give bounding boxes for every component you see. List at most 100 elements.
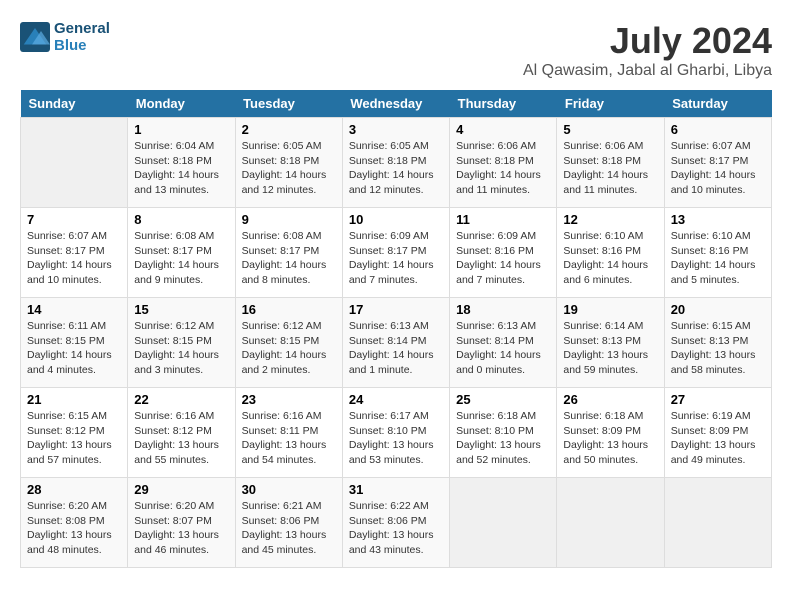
day-info: Sunrise: 6:11 AM Sunset: 8:15 PM Dayligh…	[27, 319, 121, 378]
day-number: 11	[456, 212, 550, 227]
day-info: Sunrise: 6:07 AM Sunset: 8:17 PM Dayligh…	[27, 229, 121, 288]
day-info: Sunrise: 6:16 AM Sunset: 8:11 PM Dayligh…	[242, 409, 336, 468]
day-number: 19	[563, 302, 657, 317]
day-number: 26	[563, 392, 657, 407]
calendar-day: 25Sunrise: 6:18 AM Sunset: 8:10 PM Dayli…	[450, 388, 557, 478]
day-info: Sunrise: 6:12 AM Sunset: 8:15 PM Dayligh…	[134, 319, 228, 378]
calendar-day: 4 Sunrise: 6:06 AM Sunset: 8:18 PM Daylig…	[450, 118, 557, 208]
day-info: Sunrise: 6:04 AM Sunset: 8:18 PM Dayligh…	[134, 139, 228, 198]
day-number: 15	[134, 302, 228, 317]
day-info: Sunrise: 6:13 AM Sunset: 8:14 PM Dayligh…	[349, 319, 443, 378]
day-info: Sunrise: 6:09 AM Sunset: 8:17 PM Dayligh…	[349, 229, 443, 288]
day-number: 22	[134, 392, 228, 407]
day-number: 30	[242, 482, 336, 497]
day-number: 13	[671, 212, 765, 227]
weekday-header: Tuesday	[235, 90, 342, 118]
day-info: Sunrise: 6:14 AM Sunset: 8:13 PM Dayligh…	[563, 319, 657, 378]
day-number: 21	[27, 392, 121, 407]
day-info: Sunrise: 6:12 AM Sunset: 8:15 PM Dayligh…	[242, 319, 336, 378]
day-info: Sunrise: 6:09 AM Sunset: 8:16 PM Dayligh…	[456, 229, 550, 288]
day-info: Sunrise: 6:08 AM Sunset: 8:17 PM Dayligh…	[242, 229, 336, 288]
calendar-day: 28Sunrise: 6:20 AM Sunset: 8:08 PM Dayli…	[21, 478, 128, 568]
day-number: 23	[242, 392, 336, 407]
day-info: Sunrise: 6:08 AM Sunset: 8:17 PM Dayligh…	[134, 229, 228, 288]
calendar-day: 30 Sunrise: 6:21 AM Sunset: 8:06 PM Dayli…	[235, 478, 342, 568]
logo-icon	[20, 22, 50, 52]
weekday-header: Friday	[557, 90, 664, 118]
day-number: 2	[242, 122, 336, 137]
day-number: 3	[349, 122, 443, 137]
day-info: Sunrise: 6:10 AM Sunset: 8:16 PM Dayligh…	[671, 229, 765, 288]
day-info: Sunrise: 6:15 AM Sunset: 8:12 PM Dayligh…	[27, 409, 121, 468]
day-number: 4	[456, 122, 550, 137]
day-number: 12	[563, 212, 657, 227]
calendar-day: 19 Sunrise: 6:14 AM Sunset: 8:13 PM Dayli…	[557, 298, 664, 388]
day-number: 18	[456, 302, 550, 317]
calendar-week-row: 7Sunrise: 6:07 AM Sunset: 8:17 PM Daylig…	[21, 208, 772, 298]
day-number: 14	[27, 302, 121, 317]
weekday-header: Thursday	[450, 90, 557, 118]
day-info: Sunrise: 6:06 AM Sunset: 8:18 PM Dayligh…	[456, 139, 550, 198]
calendar-day-empty	[664, 478, 771, 568]
calendar-week-row: 14 Sunrise: 6:11 AM Sunset: 8:15 PM Dayli…	[21, 298, 772, 388]
day-info: Sunrise: 6:05 AM Sunset: 8:18 PM Dayligh…	[242, 139, 336, 198]
day-info: Sunrise: 6:10 AM Sunset: 8:16 PM Dayligh…	[563, 229, 657, 288]
month-year: July 2024	[523, 20, 772, 62]
logo: General Blue	[20, 20, 110, 54]
day-info: Sunrise: 6:20 AM Sunset: 8:07 PM Dayligh…	[134, 499, 228, 558]
weekday-header: Monday	[128, 90, 235, 118]
day-number: 31	[349, 482, 443, 497]
day-info: Sunrise: 6:18 AM Sunset: 8:09 PM Dayligh…	[563, 409, 657, 468]
day-info: Sunrise: 6:15 AM Sunset: 8:13 PM Dayligh…	[671, 319, 765, 378]
calendar-day: 15 Sunrise: 6:12 AM Sunset: 8:15 PM Dayli…	[128, 298, 235, 388]
calendar-day: 24 Sunrise: 6:17 AM Sunset: 8:10 PM Dayli…	[342, 388, 449, 478]
calendar-day: 21 Sunrise: 6:15 AM Sunset: 8:12 PM Dayli…	[21, 388, 128, 478]
day-info: Sunrise: 6:22 AM Sunset: 8:06 PM Dayligh…	[349, 499, 443, 558]
day-number: 28	[27, 482, 121, 497]
calendar-day: 11 Sunrise: 6:09 AM Sunset: 8:16 PM Dayli…	[450, 208, 557, 298]
calendar-day: 6 Sunrise: 6:07 AM Sunset: 8:17 PM Daylig…	[664, 118, 771, 208]
calendar-day: 26 Sunrise: 6:18 AM Sunset: 8:09 PM Dayli…	[557, 388, 664, 478]
calendar-day-empty	[450, 478, 557, 568]
calendar-day: 14 Sunrise: 6:11 AM Sunset: 8:15 PM Dayli…	[21, 298, 128, 388]
calendar-week-row: 21 Sunrise: 6:15 AM Sunset: 8:12 PM Dayli…	[21, 388, 772, 478]
location: Al Qawasim, Jabal al Gharbi, Libya	[523, 62, 772, 80]
calendar-day: 12 Sunrise: 6:10 AM Sunset: 8:16 PM Dayli…	[557, 208, 664, 298]
calendar-day: 31 Sunrise: 6:22 AM Sunset: 8:06 PM Dayli…	[342, 478, 449, 568]
title-block: July 2024 Al Qawasim, Jabal al Gharbi, L…	[523, 20, 772, 80]
day-number: 24	[349, 392, 443, 407]
calendar-day: 22 Sunrise: 6:16 AM Sunset: 8:12 PM Dayli…	[128, 388, 235, 478]
calendar-day: 3 Sunrise: 6:05 AM Sunset: 8:18 PM Daylig…	[342, 118, 449, 208]
day-info: Sunrise: 6:07 AM Sunset: 8:17 PM Dayligh…	[671, 139, 765, 198]
day-info: Sunrise: 6:19 AM Sunset: 8:09 PM Dayligh…	[671, 409, 765, 468]
calendar-day: 29 Sunrise: 6:20 AM Sunset: 8:07 PM Dayli…	[128, 478, 235, 568]
calendar-day: 1Sunrise: 6:04 AM Sunset: 8:18 PM Daylig…	[128, 118, 235, 208]
day-info: Sunrise: 6:17 AM Sunset: 8:10 PM Dayligh…	[349, 409, 443, 468]
calendar-day: 16 Sunrise: 6:12 AM Sunset: 8:15 PM Dayli…	[235, 298, 342, 388]
day-number: 16	[242, 302, 336, 317]
calendar-day: 10 Sunrise: 6:09 AM Sunset: 8:17 PM Dayli…	[342, 208, 449, 298]
day-number: 8	[134, 212, 228, 227]
day-number: 6	[671, 122, 765, 137]
logo-text: General Blue	[54, 20, 110, 54]
calendar-day: 27Sunrise: 6:19 AM Sunset: 8:09 PM Dayli…	[664, 388, 771, 478]
weekday-header: Wednesday	[342, 90, 449, 118]
calendar-header: SundayMondayTuesdayWednesdayThursdayFrid…	[21, 90, 772, 118]
calendar-day: 9Sunrise: 6:08 AM Sunset: 8:17 PM Daylig…	[235, 208, 342, 298]
day-info: Sunrise: 6:21 AM Sunset: 8:06 PM Dayligh…	[242, 499, 336, 558]
calendar-day-empty	[21, 118, 128, 208]
day-info: Sunrise: 6:05 AM Sunset: 8:18 PM Dayligh…	[349, 139, 443, 198]
calendar-day: 8 Sunrise: 6:08 AM Sunset: 8:17 PM Daylig…	[128, 208, 235, 298]
day-number: 10	[349, 212, 443, 227]
day-number: 20	[671, 302, 765, 317]
calendar-day: 18Sunrise: 6:13 AM Sunset: 8:14 PM Dayli…	[450, 298, 557, 388]
calendar-table: SundayMondayTuesdayWednesdayThursdayFrid…	[20, 90, 772, 568]
calendar-day: 23 Sunrise: 6:16 AM Sunset: 8:11 PM Dayli…	[235, 388, 342, 478]
day-info: Sunrise: 6:18 AM Sunset: 8:10 PM Dayligh…	[456, 409, 550, 468]
calendar-week-row: 28Sunrise: 6:20 AM Sunset: 8:08 PM Dayli…	[21, 478, 772, 568]
weekday-header: Saturday	[664, 90, 771, 118]
calendar-day: 13 Sunrise: 6:10 AM Sunset: 8:16 PM Dayli…	[664, 208, 771, 298]
calendar-day: 5Sunrise: 6:06 AM Sunset: 8:18 PM Daylig…	[557, 118, 664, 208]
day-info: Sunrise: 6:16 AM Sunset: 8:12 PM Dayligh…	[134, 409, 228, 468]
day-number: 29	[134, 482, 228, 497]
